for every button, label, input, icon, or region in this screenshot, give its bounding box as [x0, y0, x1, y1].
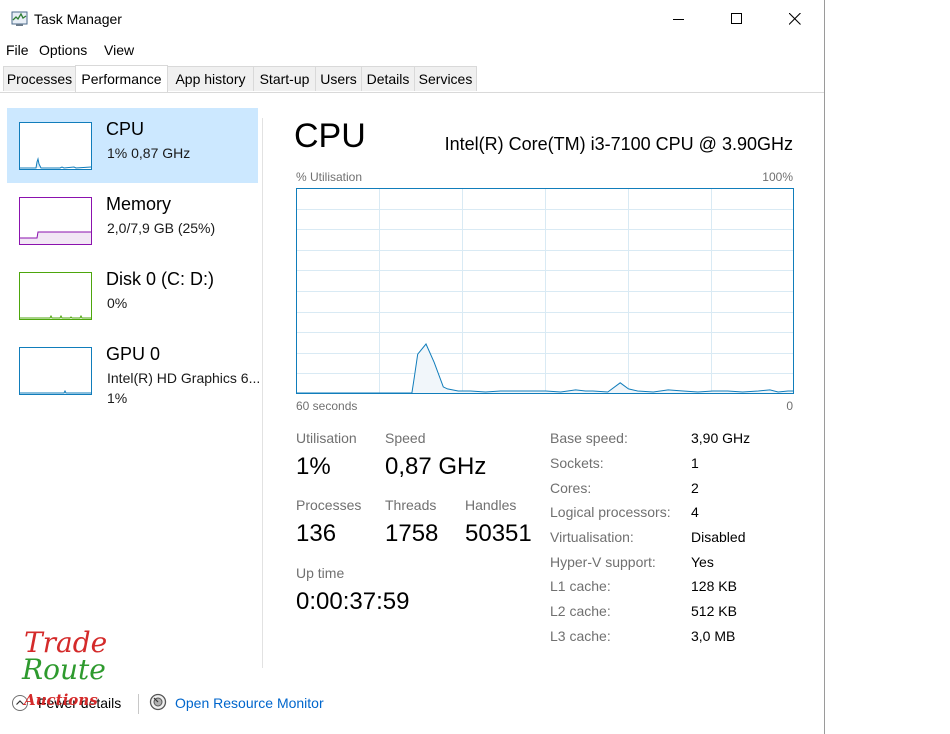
disk-thumbnail-graph — [19, 272, 92, 320]
spec-value-logical-processors: 4 — [691, 504, 699, 520]
tab-details[interactable]: Details — [361, 66, 415, 91]
window-title: Task Manager — [34, 11, 122, 27]
footer-divider — [138, 694, 139, 714]
resource-name: Disk 0 (C: D:) — [106, 269, 214, 289]
svg-text:Auctions: Auctions — [22, 691, 98, 709]
cpu-utilisation-chart — [296, 188, 794, 394]
resource-name: CPU — [106, 119, 145, 139]
stat-label-speed: Speed — [385, 430, 426, 446]
maximize-icon — [731, 13, 742, 24]
spec-value-l1-cache: 128 KB — [691, 578, 737, 594]
spec-label-hyper-v-support: Hyper-V support: — [550, 554, 656, 570]
graph-y-axis-label: % Utilisation — [296, 170, 363, 184]
resource-item-disk[interactable]: Disk 0 (C: D:) 0% — [7, 258, 258, 333]
tab-processes[interactable]: Processes — [3, 66, 76, 91]
menu-file[interactable]: File — [6, 42, 29, 58]
tab-performance[interactable]: Performance — [75, 65, 168, 92]
cpu-utilisation-graph — [296, 188, 794, 394]
stat-value-uptime: 0:00:37:59 — [296, 588, 410, 615]
minimize-icon — [673, 19, 684, 20]
memory-thumbnail-graph — [19, 197, 92, 245]
spec-value-l2-cache: 512 KB — [691, 603, 737, 619]
resource-name: GPU 0 — [106, 344, 161, 364]
graph-x-min-label: 0 — [786, 399, 793, 413]
menu-options[interactable]: Options — [39, 42, 87, 58]
open-resource-monitor-link[interactable]: Open Resource Monitor — [175, 695, 324, 711]
spec-value-base-speed: 3,90 GHz — [691, 430, 751, 446]
stat-label-utilisation: Utilisation — [296, 430, 357, 446]
resource-item-gpu[interactable]: GPU 0 Intel(R) HD Graphics 6... 1% — [7, 333, 261, 413]
spec-label-logical-processors: Logical processors: — [550, 504, 671, 520]
spec-value-sockets: 1 — [691, 455, 699, 471]
stat-value-speed: 0,87 GHz — [385, 453, 487, 480]
detail-title: CPU — [294, 117, 366, 155]
resource-value: 2,0/7,9 GB (25%) — [107, 220, 216, 236]
tab-users[interactable]: Users — [315, 66, 362, 91]
spec-label-virtualisation: Virtualisation: — [550, 529, 634, 545]
spec-label-l3-cache: L3 cache: — [550, 628, 611, 644]
svg-text:Route: Route — [21, 653, 106, 686]
graph-x-axis-label: 60 seconds — [296, 399, 358, 413]
cpu-model-name: Intel(R) Core(TM) i3-7100 CPU @ 3.90GHz — [444, 134, 793, 154]
title-bar[interactable]: Task Manager — [0, 0, 824, 38]
minimize-button[interactable] — [650, 0, 708, 38]
spec-label-l1-cache: L1 cache: — [550, 578, 611, 594]
task-manager-app-icon — [11, 10, 28, 27]
stat-label-handles: Handles — [465, 497, 517, 513]
resource-monitor-icon[interactable] — [149, 693, 167, 716]
resource-item-memory[interactable]: Memory 2,0/7,9 GB (25%) — [7, 183, 258, 258]
resource-value: 0% — [107, 295, 128, 311]
footer-bar: Fewer details Open Resource Monitor — [0, 686, 824, 722]
resource-list: CPU 1% 0,87 GHz Memory 2,0/7,9 GB (25%) … — [0, 92, 262, 667]
spec-value-cores: 2 — [691, 480, 699, 496]
stat-label-threads: Threads — [385, 497, 437, 513]
watermark-logo: Trade Route Auctions — [21, 626, 107, 709]
spec-label-sockets: Sockets: — [550, 455, 604, 471]
tab-services[interactable]: Services — [414, 66, 477, 91]
spec-value-l3-cache: 3,0 MB — [691, 628, 736, 644]
resource-item-cpu[interactable]: CPU 1% 0,87 GHz — [7, 108, 258, 183]
stat-label-uptime: Up time — [296, 565, 345, 581]
maximize-button[interactable] — [708, 0, 766, 38]
trade-route-auctions-watermark: Trade Route Auctions — [20, 626, 112, 716]
resource-name: Memory — [106, 194, 172, 214]
stat-value-threads: 1758 — [385, 520, 439, 547]
tab-app-history[interactable]: App history — [167, 66, 254, 91]
tab-strip: Processes Performance App history Start-… — [0, 65, 824, 93]
close-button[interactable] — [766, 0, 824, 38]
pane-divider[interactable] — [262, 118, 263, 668]
tab-start-up[interactable]: Start-up — [253, 66, 316, 91]
task-manager-window: Task Manager File Options View Processes… — [0, 0, 825, 734]
cpu-thumbnail-graph — [19, 122, 92, 170]
spec-value-hyper-v-support: Yes — [691, 554, 714, 570]
spec-label-base-speed: Base speed: — [550, 430, 628, 446]
stat-label-processes: Processes — [296, 497, 362, 513]
stat-value-handles: 50351 — [465, 520, 532, 547]
spec-label-l2-cache: L2 cache: — [550, 603, 611, 619]
stat-value-processes: 136 — [296, 520, 337, 547]
close-icon — [789, 13, 801, 25]
resource-value: 1% 0,87 GHz — [107, 145, 191, 161]
stat-value-utilisation: 1% — [296, 453, 331, 480]
resource-value: Intel(R) HD Graphics 6... — [107, 370, 261, 386]
resource-value-secondary: 1% — [107, 390, 128, 406]
spec-label-cores: Cores: — [550, 480, 592, 496]
gpu-thumbnail-graph — [19, 347, 92, 395]
spec-value-virtualisation: Disabled — [691, 529, 746, 545]
menu-view[interactable]: View — [104, 42, 134, 58]
graph-y-max-label: 100% — [762, 170, 793, 184]
